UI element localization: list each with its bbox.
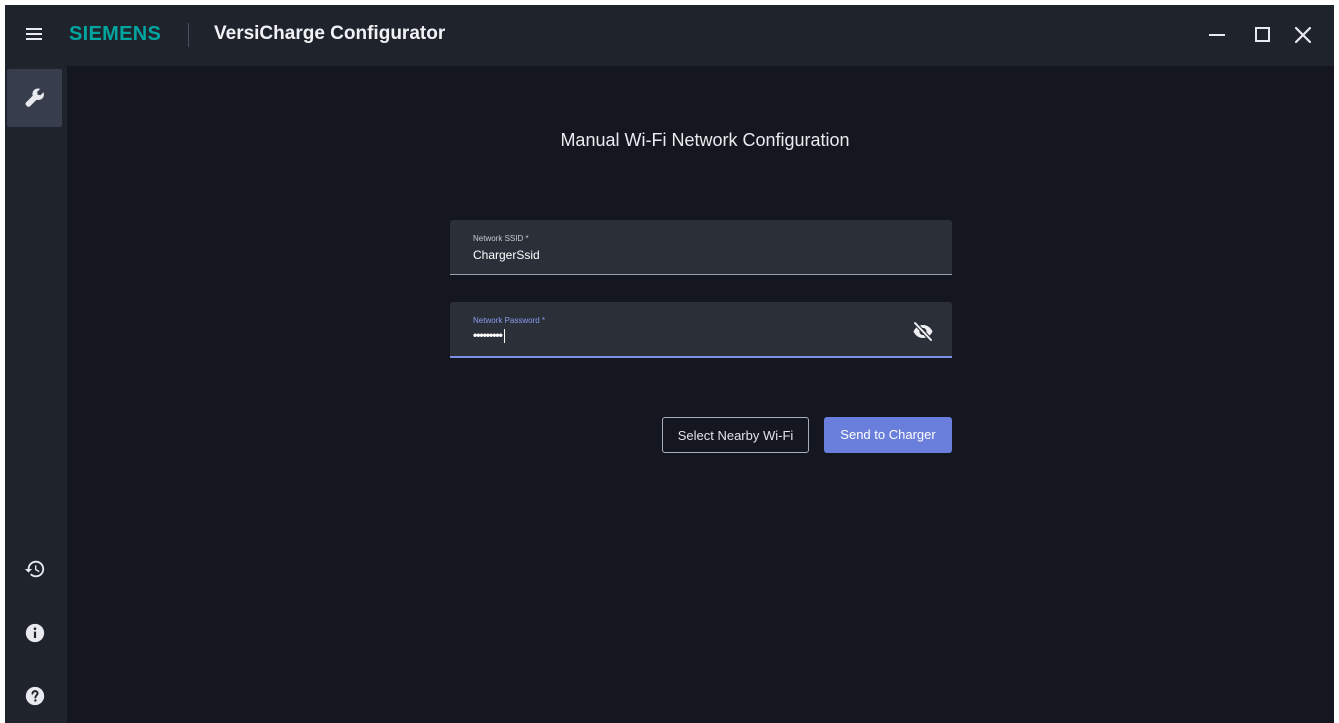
sidebar-item-history[interactable] [7,540,62,598]
sidebar [5,66,67,723]
eye-off-icon[interactable] [911,319,935,343]
send-to-charger-button[interactable]: Send to Charger [824,417,952,453]
hamburger-menu-icon[interactable] [19,19,49,49]
network-password-input[interactable]: ••••••••• [473,327,505,343]
minimize-icon[interactable] [1202,20,1232,50]
history-icon [24,560,44,578]
network-password-field[interactable]: Network Password * ••••••••• [450,302,952,358]
text-caret [503,328,505,343]
siemens-logo: SIEMENS [69,23,162,45]
main-content: Manual Wi-Fi Network Configuration Netwo… [67,66,1334,723]
title-bar: SIEMENS VersiCharge Configurator [5,5,1334,66]
help-icon [25,686,44,706]
network-ssid-value[interactable]: ChargerSsid [473,247,540,263]
wrench-icon [25,88,44,107]
network-password-label: Network Password * [473,316,546,325]
sidebar-item-info[interactable] [7,604,62,662]
network-ssid-label: Network SSID * [473,234,529,243]
network-password-masked-value: ••••••••• [473,328,503,342]
maximize-icon[interactable] [1247,20,1277,50]
close-icon[interactable] [1288,20,1318,50]
select-nearby-wifi-button[interactable]: Select Nearby Wi-Fi [662,417,809,453]
sidebar-item-configure[interactable] [7,69,62,127]
app-title: VersiCharge Configurator [214,23,446,44]
page-title: Manual Wi-Fi Network Configuration [560,130,850,150]
info-icon [25,623,44,643]
network-ssid-field[interactable]: Network SSID * ChargerSsid [450,220,952,275]
title-divider [188,23,189,47]
app-window: SIEMENS VersiCharge Configurator Manual … [5,5,1334,723]
sidebar-item-help[interactable] [7,667,62,723]
